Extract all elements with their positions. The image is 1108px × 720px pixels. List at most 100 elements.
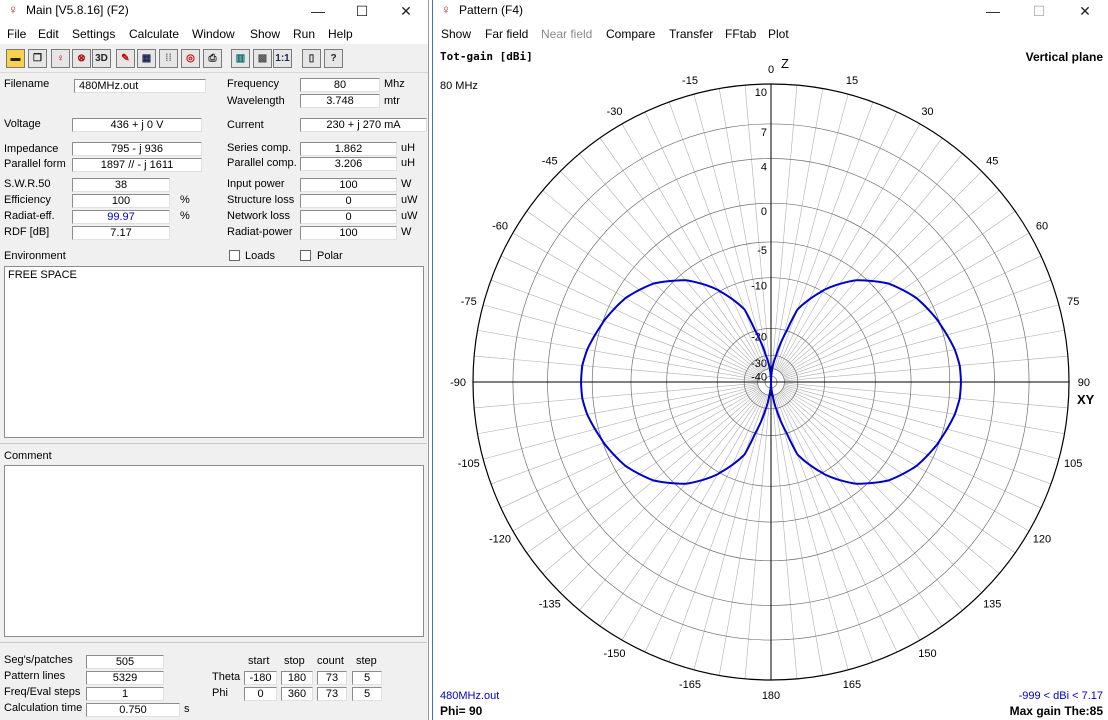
grid-spoke	[668, 101, 767, 370]
grid-spoke	[775, 101, 874, 370]
help-icon[interactable]: ?	[324, 49, 343, 68]
menu-calculate[interactable]: Calculate	[129, 27, 179, 41]
minimize-icon[interactable]: —	[296, 0, 340, 22]
phi-start-field[interactable]: 0	[244, 687, 277, 701]
environment-label: Environment	[4, 250, 66, 262]
freq-eval-steps-field[interactable]: 1	[86, 687, 164, 701]
table-icon[interactable]: ▥	[231, 49, 250, 68]
target-icon[interactable]: ◎	[181, 49, 200, 68]
angle-label: -120	[489, 533, 511, 545]
phi-count-field[interactable]: 73	[317, 687, 347, 701]
grid-icon[interactable]: ▩	[253, 49, 272, 68]
comment-textarea[interactable]	[4, 465, 424, 637]
grid-spoke	[783, 386, 1052, 485]
close-icon[interactable]: ✕	[1063, 0, 1107, 22]
grid-spoke	[782, 232, 1030, 376]
grid-spoke	[775, 394, 874, 663]
open-icon[interactable]: ▬	[6, 49, 25, 68]
network-loss-unit: uW	[401, 210, 418, 222]
grid-spoke	[621, 393, 765, 641]
grid-spoke	[771, 395, 798, 679]
phi-stop-field[interactable]: 360	[281, 687, 313, 701]
grid-spoke	[693, 394, 768, 670]
pattern-titlebar: ♀ Pattern (F4) — ☐ ✕	[433, 0, 1108, 22]
menu-plot[interactable]: Plot	[768, 27, 789, 41]
menu-show[interactable]: Show	[441, 27, 471, 41]
3d-icon[interactable]: 3D	[92, 49, 111, 68]
theta-count-field[interactable]: 73	[317, 671, 347, 685]
input-power-field: 100	[300, 178, 397, 192]
radiat-eff-unit: %	[180, 210, 190, 222]
phi-value-label: Phi= 90	[440, 704, 483, 718]
angle-label: -45	[542, 156, 558, 168]
close-icon[interactable]: ✕	[384, 0, 428, 22]
grid-spoke	[778, 137, 943, 372]
splitter[interactable]	[0, 443, 427, 444]
menu-show[interactable]: Show	[250, 27, 280, 41]
grid-spoke	[579, 392, 763, 611]
print-icon[interactable]: ⎙	[203, 49, 222, 68]
polar-checkbox[interactable]	[300, 250, 311, 261]
minimize-icon[interactable]: —	[971, 0, 1015, 22]
menu-help[interactable]: Help	[328, 27, 353, 41]
voltage-label: Voltage	[4, 118, 41, 130]
grid-spoke	[483, 385, 759, 460]
angle-label: 90	[1078, 377, 1090, 389]
input-power-unit: W	[401, 178, 412, 190]
frequency-field[interactable]: 80	[300, 78, 380, 92]
grid-spoke	[771, 85, 798, 369]
current-field: 230 + j 270 mA	[300, 118, 427, 132]
menu-transfer[interactable]: Transfer	[669, 27, 713, 41]
menu-edit[interactable]: Edit	[38, 27, 59, 41]
main-titlebar: ♀ Main [V5.8.16] (F2) — ☐ ✕	[0, 0, 428, 22]
edit-icon[interactable]: ✎	[116, 49, 135, 68]
splitter[interactable]	[0, 642, 427, 643]
environment-textarea[interactable]: FREE SPACE	[4, 266, 424, 438]
menu-fftab[interactable]: FFtab	[725, 27, 756, 41]
grid-spoke	[779, 392, 963, 611]
ratio-icon[interactable]: 1:1	[273, 49, 292, 68]
radiat-eff-field: 99.97	[72, 210, 170, 224]
menu-far-field[interactable]: Far field	[485, 27, 528, 41]
book-icon[interactable]: ▯	[302, 49, 321, 68]
polar-label: Polar	[317, 250, 343, 262]
menu-window[interactable]: Window	[192, 27, 235, 41]
menu-compare[interactable]: Compare	[606, 27, 655, 41]
angle-label: 105	[1064, 458, 1082, 470]
theta-start-field[interactable]: -180	[244, 671, 277, 685]
grid-spoke	[599, 392, 764, 627]
bulb-icon[interactable]: ♀	[51, 49, 70, 68]
grid-spoke	[579, 153, 763, 372]
filename-field[interactable]: 480MHz.out	[74, 79, 206, 93]
network-loss-label: Network loss	[227, 210, 290, 222]
grid-spoke	[512, 232, 760, 376]
theta-step-field[interactable]: 5	[352, 671, 382, 685]
maximize-icon[interactable]: ☐	[1017, 0, 1061, 22]
angle-label: 150	[918, 648, 936, 660]
phi-step-field[interactable]: 5	[352, 687, 382, 701]
maximize-icon[interactable]: ☐	[340, 0, 384, 22]
angle-label: 0	[768, 64, 774, 76]
grid-spoke	[783, 385, 1059, 460]
menu-file[interactable]: File	[7, 27, 26, 41]
menu-run[interactable]: Run	[293, 27, 315, 41]
geometry-icon[interactable]: ⊗	[72, 49, 91, 68]
freq-label: 80 MHz	[440, 80, 478, 92]
theta-label: Theta	[212, 671, 241, 683]
theta-stop-field[interactable]: 180	[281, 671, 313, 685]
main-window: ♀ Main [V5.8.16] (F2) — ☐ ✕ File Edit Se…	[0, 0, 429, 720]
calc-time-label: Calculation time	[4, 702, 83, 714]
copy-icon[interactable]: ❐	[28, 49, 47, 68]
freq-eval-steps-label: Freq/Eval steps	[4, 686, 81, 698]
grid-spoke	[693, 94, 768, 370]
angle-label: -135	[539, 598, 561, 610]
dotted-grid-icon[interactable]: ⁞⁞	[159, 49, 178, 68]
loads-checkbox[interactable]	[229, 250, 240, 261]
menu-near-field[interactable]: Near field	[541, 27, 592, 41]
grid-spoke	[526, 389, 761, 554]
grid-spoke	[784, 329, 1065, 380]
grid-spoke	[542, 190, 761, 374]
menu-settings[interactable]: Settings	[72, 27, 115, 41]
plane-label: Vertical plane	[1025, 50, 1103, 64]
calculator-icon[interactable]: ▦	[137, 49, 156, 68]
